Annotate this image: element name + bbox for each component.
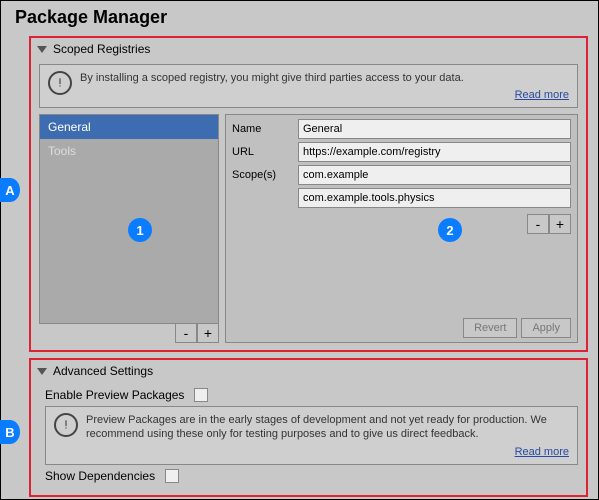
package-manager-panel: Package Manager Scoped Registries By ins… (0, 0, 599, 500)
callout-badge-a: A (0, 178, 20, 202)
alert-icon (54, 413, 78, 437)
scope-field-0[interactable] (298, 165, 571, 185)
show-dependencies-label: Show Dependencies (45, 469, 155, 483)
enable-preview-label: Enable Preview Packages (45, 388, 184, 402)
revert-button[interactable]: Revert (463, 318, 517, 338)
page-title: Package Manager (1, 1, 598, 32)
registry-add-button[interactable]: + (197, 323, 219, 343)
registry-list: General Tools (39, 114, 219, 324)
scope-field-1[interactable] (298, 188, 571, 208)
scoped-registries-section: Scoped Registries By installing a scoped… (29, 36, 588, 352)
apply-button[interactable]: Apply (521, 318, 571, 338)
scoped-registries-header-label: Scoped Registries (53, 42, 150, 56)
registry-item-tools[interactable]: Tools (40, 139, 218, 163)
advanced-settings-header-label: Advanced Settings (53, 364, 153, 378)
scopes-label: Scope(s) (232, 169, 298, 181)
registry-remove-button[interactable]: - (175, 323, 197, 343)
scope-remove-button[interactable]: - (527, 214, 549, 234)
chevron-down-icon (37, 46, 47, 53)
callout-badge-b: B (0, 420, 20, 444)
advanced-settings-foldout[interactable]: Advanced Settings (31, 360, 586, 382)
enable-preview-checkbox[interactable] (194, 388, 208, 402)
scoped-info-text: By installing a scoped registry, you mig… (80, 71, 569, 85)
registry-item-general[interactable]: General (40, 115, 218, 139)
alert-icon (48, 71, 72, 95)
url-field[interactable] (298, 142, 571, 162)
preview-read-more-link[interactable]: Read more (515, 446, 569, 458)
callout-badge-1: 1 (128, 218, 152, 242)
preview-info-text: Preview Packages are in the early stages… (86, 413, 569, 442)
show-dependencies-checkbox[interactable] (165, 469, 179, 483)
name-field[interactable] (298, 119, 571, 139)
registry-detail-pane: Name URL Scope(s) - + (225, 114, 578, 343)
scoped-registries-foldout[interactable]: Scoped Registries (31, 38, 586, 60)
url-label: URL (232, 146, 298, 158)
advanced-settings-section: Advanced Settings Enable Preview Package… (29, 358, 588, 497)
chevron-down-icon (37, 368, 47, 375)
scope-add-button[interactable]: + (549, 214, 571, 234)
preview-info-box: Preview Packages are in the early stages… (45, 406, 578, 465)
name-label: Name (232, 123, 298, 135)
scoped-read-more-link[interactable]: Read more (515, 89, 569, 101)
callout-badge-2: 2 (438, 218, 462, 242)
scoped-registries-info-box: By installing a scoped registry, you mig… (39, 64, 578, 108)
